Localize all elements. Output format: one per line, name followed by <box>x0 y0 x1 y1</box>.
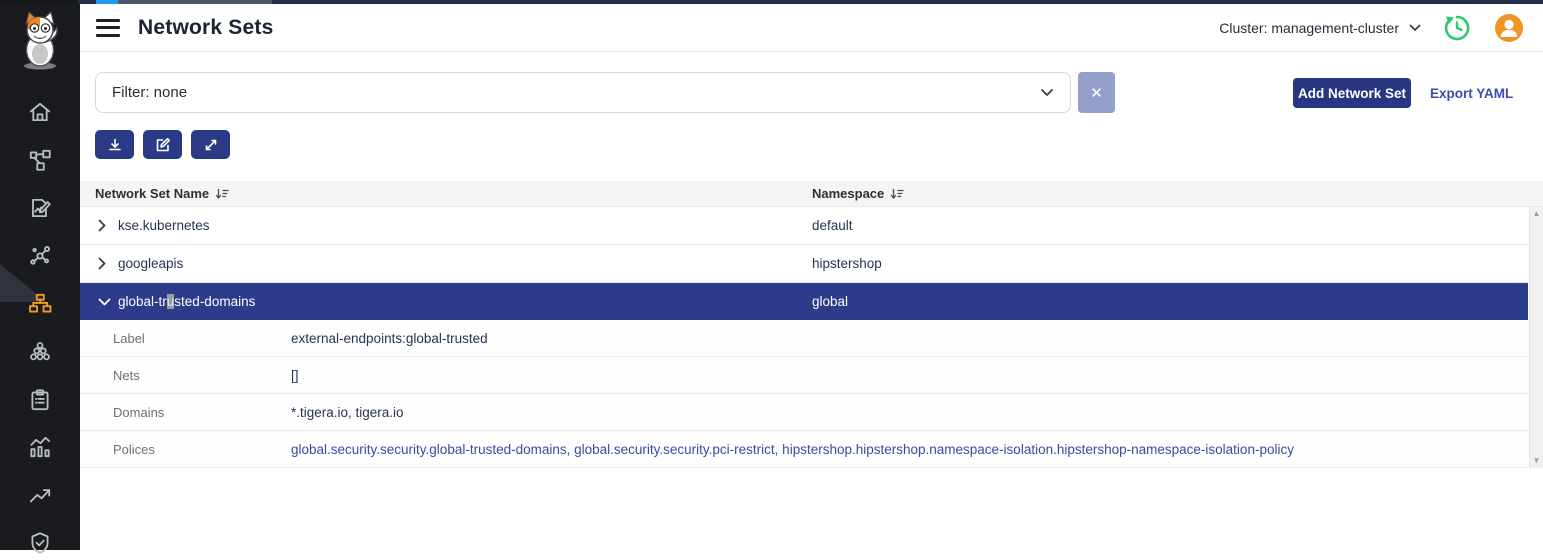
cluster-selector[interactable]: Cluster: management-cluster <box>1219 20 1421 36</box>
detail-row-domains: Domains *.tigera.io, tigera.io <box>80 394 1528 431</box>
table-row[interactable]: kse.kubernetes default <box>80 207 1528 245</box>
expand-button[interactable] <box>191 130 230 159</box>
column-label: Network Set Name <box>95 186 209 201</box>
sidebar-item-policies[interactable] <box>0 191 80 225</box>
browser-top-strip <box>0 0 1543 4</box>
avatar-icon <box>1494 13 1524 43</box>
sidebar-item-network-sets[interactable] <box>0 287 80 321</box>
endpoints-icon <box>27 339 53 365</box>
scroll-down-arrow[interactable]: ▼ <box>1530 454 1543 468</box>
network-sets-icon <box>27 291 53 317</box>
edit-button[interactable] <box>143 130 182 159</box>
detail-value: external-endpoints:global-trusted <box>291 331 488 346</box>
table-scrollbar[interactable]: ▲ ▼ <box>1529 207 1543 468</box>
detail-key: Domains <box>113 405 164 420</box>
scroll-up-arrow[interactable]: ▲ <box>1530 207 1543 221</box>
namespace-value: global <box>812 294 848 309</box>
export-yaml-link[interactable]: Export YAML <box>1430 86 1513 101</box>
table-row-selected[interactable]: global-trusted-domains global <box>80 283 1528 320</box>
page-header: Network Sets Cluster: management-cluster <box>80 4 1543 52</box>
dashboard-icon <box>27 434 53 460</box>
chevron-right-icon[interactable] <box>98 257 106 270</box>
security-shield-icon <box>27 530 53 556</box>
network-set-name: global-trusted-domains <box>118 294 255 309</box>
detail-row-nets: Nets [] <box>80 357 1528 394</box>
sidebar <box>0 0 80 550</box>
table-row[interactable]: googleapis hipstershop <box>80 245 1528 283</box>
download-icon <box>107 137 123 153</box>
chevron-down-icon[interactable] <box>98 298 111 306</box>
detail-value: [] <box>291 368 299 383</box>
top-strip-dark-segment <box>0 0 78 4</box>
sidebar-item-dashboard[interactable] <box>0 430 80 464</box>
history-icon <box>1442 13 1472 43</box>
column-header-network-set-name[interactable]: Network Set Name <box>95 186 229 201</box>
sidebar-item-home[interactable] <box>0 95 80 129</box>
network-set-name: kse.kubernetes <box>118 218 210 233</box>
detail-value: *.tigera.io, tigera.io <box>291 405 404 420</box>
detail-value-policy-links[interactable]: global.security.security.global-trusted-… <box>291 442 1294 457</box>
timeline-icon <box>27 482 53 508</box>
clear-filter-button[interactable]: ✕ <box>1078 72 1115 113</box>
sort-icon <box>890 188 904 200</box>
detail-row-label: Label external-endpoints:global-trusted <box>80 320 1528 357</box>
chevron-right-icon[interactable] <box>98 219 106 232</box>
top-strip-slate-segment <box>118 0 272 4</box>
page-title: Network Sets <box>138 16 273 40</box>
edit-icon <box>155 137 171 153</box>
home-icon <box>27 99 53 125</box>
service-graph-icon <box>27 243 53 269</box>
topology-icon <box>27 147 53 173</box>
sidebar-item-endpoints[interactable] <box>0 335 80 369</box>
namespace-value: hipstershop <box>812 256 882 271</box>
calico-cat-logo[interactable] <box>14 8 66 72</box>
sidebar-item-compliance[interactable] <box>0 383 80 417</box>
detail-key: Label <box>113 331 145 346</box>
expand-icon <box>203 137 219 153</box>
namespace-value: default <box>812 218 853 233</box>
header-right-group: Cluster: management-cluster <box>1219 4 1525 52</box>
detail-row-polices: Polices global.security.security.global-… <box>80 431 1528 468</box>
sidebar-item-security[interactable] <box>0 526 80 560</box>
network-set-name: googleapis <box>118 256 183 271</box>
user-avatar[interactable] <box>1493 12 1525 44</box>
column-header-namespace[interactable]: Namespace <box>812 186 904 201</box>
sidebar-item-topology[interactable] <box>0 143 80 177</box>
policy-edit-icon <box>27 195 53 221</box>
table-header: Network Set Name Namespace <box>80 181 1543 207</box>
download-button[interactable] <box>95 130 134 159</box>
sidebar-item-service-graph[interactable] <box>0 239 80 273</box>
name-part: global-tr <box>118 294 167 309</box>
top-strip-blue-segment <box>96 0 118 4</box>
detail-key: Nets <box>113 368 140 383</box>
detail-key: Polices <box>113 442 155 457</box>
column-label: Namespace <box>812 186 884 201</box>
compliance-icon <box>27 387 53 413</box>
filter-dropdown-value: Filter: none <box>112 84 187 101</box>
chevron-down-icon <box>1409 24 1421 32</box>
history-button[interactable] <box>1441 12 1473 44</box>
chevron-down-icon <box>1040 84 1054 101</box>
hamburger-menu-button[interactable] <box>96 19 120 37</box>
filter-dropdown[interactable]: Filter: none <box>95 72 1071 113</box>
sort-icon <box>215 188 229 200</box>
add-network-set-button[interactable]: Add Network Set <box>1293 78 1411 108</box>
name-part: sted-domains <box>174 294 255 309</box>
sidebar-item-timeline[interactable] <box>0 478 80 512</box>
cluster-selector-label: Cluster: management-cluster <box>1219 20 1399 36</box>
